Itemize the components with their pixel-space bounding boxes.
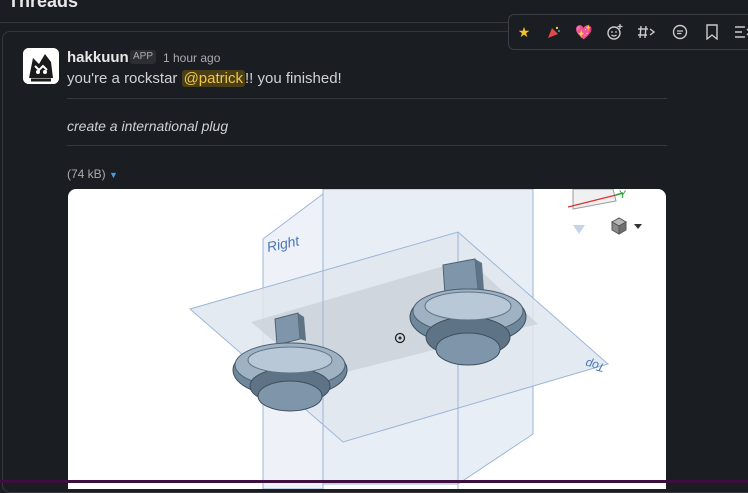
divider: [67, 145, 667, 146]
hashtag-forward-icon[interactable]: [636, 21, 658, 43]
cad-preview-image[interactable]: Right Top Y: [68, 189, 666, 489]
heart-icon[interactable]: 💖: [573, 21, 595, 43]
axis-label-y: Y: [619, 189, 627, 201]
user-mention[interactable]: @patrick: [181, 70, 245, 87]
app-badge: APP: [130, 50, 157, 64]
divider: [67, 98, 667, 99]
bookmark-icon[interactable]: [701, 21, 723, 43]
reply-thread-icon[interactable]: [669, 21, 691, 43]
raccoon-logo-icon: [23, 48, 59, 84]
more-icon[interactable]: [731, 21, 748, 43]
page-title: Threads: [8, 0, 79, 11]
message-text-end: !! you finished!: [245, 70, 342, 87]
add-reaction-icon[interactable]: [604, 21, 626, 43]
timestamp[interactable]: 1 hour ago: [163, 51, 220, 65]
caret-down-icon: ▼: [109, 170, 118, 180]
file-size-toggle[interactable]: (74 kB) ▼: [67, 167, 118, 181]
prompt-text: create a international plug: [67, 118, 229, 134]
file-size-label: (74 kB): [67, 167, 106, 181]
star-icon[interactable]: ★: [513, 21, 535, 43]
avatar[interactable]: [23, 48, 59, 84]
message-text: you're a rockstar @patrick!! you finishe…: [67, 70, 342, 87]
view-mode-dropdown[interactable]: [610, 217, 642, 235]
message-actions-toolbar: ★ 💖: [508, 14, 748, 50]
message-text-start: you're a rockstar: [67, 70, 182, 87]
author-name[interactable]: hakkuun: [67, 49, 129, 66]
party-icon[interactable]: [543, 21, 565, 43]
